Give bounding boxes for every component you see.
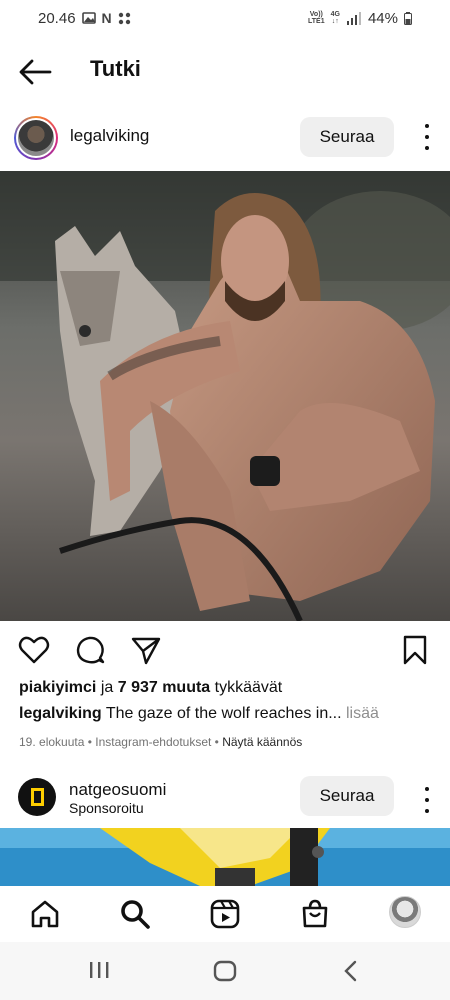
reels-icon[interactable]: [209, 898, 241, 930]
sponsored-follow-button[interactable]: Seuraa: [300, 776, 394, 816]
top-bar: Tutki: [0, 44, 450, 98]
post-header: legalviking Seuraa: [0, 108, 450, 168]
share-send-icon[interactable]: [130, 634, 162, 666]
signal-icon: [346, 11, 361, 25]
home-button-icon[interactable]: [213, 960, 237, 982]
suggestion-label: Instagram-ehdotukset: [95, 735, 212, 749]
post-author-avatar[interactable]: [14, 116, 58, 160]
post-image[interactable]: [0, 171, 450, 621]
like-heart-icon[interactable]: [18, 634, 50, 666]
bottom-navigation: [0, 886, 450, 942]
shop-icon[interactable]: [299, 898, 331, 930]
battery-icon: [404, 11, 412, 25]
post-meta: 19. elokuuta • Instagram-ehdotukset • Nä…: [19, 735, 303, 749]
sponsored-username[interactable]: natgeosuomi: [69, 780, 166, 800]
recents-icon[interactable]: [88, 960, 110, 980]
likes-count[interactable]: 7 937 muuta: [118, 679, 210, 696]
status-time: 20.46: [38, 9, 76, 27]
natgeo-logo-avatar[interactable]: [18, 778, 56, 816]
caption-more-link[interactable]: lisää: [342, 705, 379, 722]
back-arrow-icon[interactable]: [18, 58, 52, 86]
system-navigation-bar: [0, 942, 450, 1000]
likes-suffix: tykkäävät: [210, 679, 283, 696]
post-author-username[interactable]: legalviking: [70, 126, 149, 146]
follow-button[interactable]: Seuraa: [300, 117, 394, 157]
more-options-icon[interactable]: [422, 124, 432, 150]
sponsored-image[interactable]: [0, 828, 450, 886]
translate-link[interactable]: Näytä käännös: [222, 735, 302, 749]
sponsored-more-options-icon[interactable]: [422, 787, 432, 813]
dots-grid-icon: [118, 12, 130, 24]
bookmark-icon[interactable]: [399, 634, 431, 666]
image-icon: [81, 12, 96, 24]
caption-username[interactable]: legalviking: [19, 705, 102, 722]
post-caption: legalviking The gaze of the wolf reaches…: [19, 705, 379, 723]
post-actions: [0, 630, 450, 670]
profile-avatar[interactable]: [389, 896, 421, 928]
volte-indicator: Vo)) LTE1: [308, 11, 325, 25]
likes-summary[interactable]: piakiyimci ja 7 937 muuta tykkäävät: [19, 679, 282, 697]
likes-user[interactable]: piakiyimci: [19, 679, 96, 696]
battery-percent: 44%: [367, 9, 398, 27]
home-icon[interactable]: [29, 898, 61, 930]
network-indicator: 4G ↓↑: [330, 11, 340, 25]
back-icon[interactable]: [343, 960, 359, 982]
n-icon: N: [101, 10, 112, 26]
page-title: Tutki: [90, 56, 141, 81]
comment-icon[interactable]: [74, 634, 106, 666]
caption-text: The gaze of the wolf reaches in...: [105, 705, 342, 722]
post-date: 19. elokuuta: [19, 735, 85, 749]
sponsored-label: Sponsoroitu: [69, 800, 144, 816]
search-icon[interactable]: [119, 898, 151, 930]
status-bar: 20.46 N Vo)) LTE1 4G ↓↑ 44%: [0, 0, 450, 36]
likes-connector: ja: [96, 679, 118, 696]
